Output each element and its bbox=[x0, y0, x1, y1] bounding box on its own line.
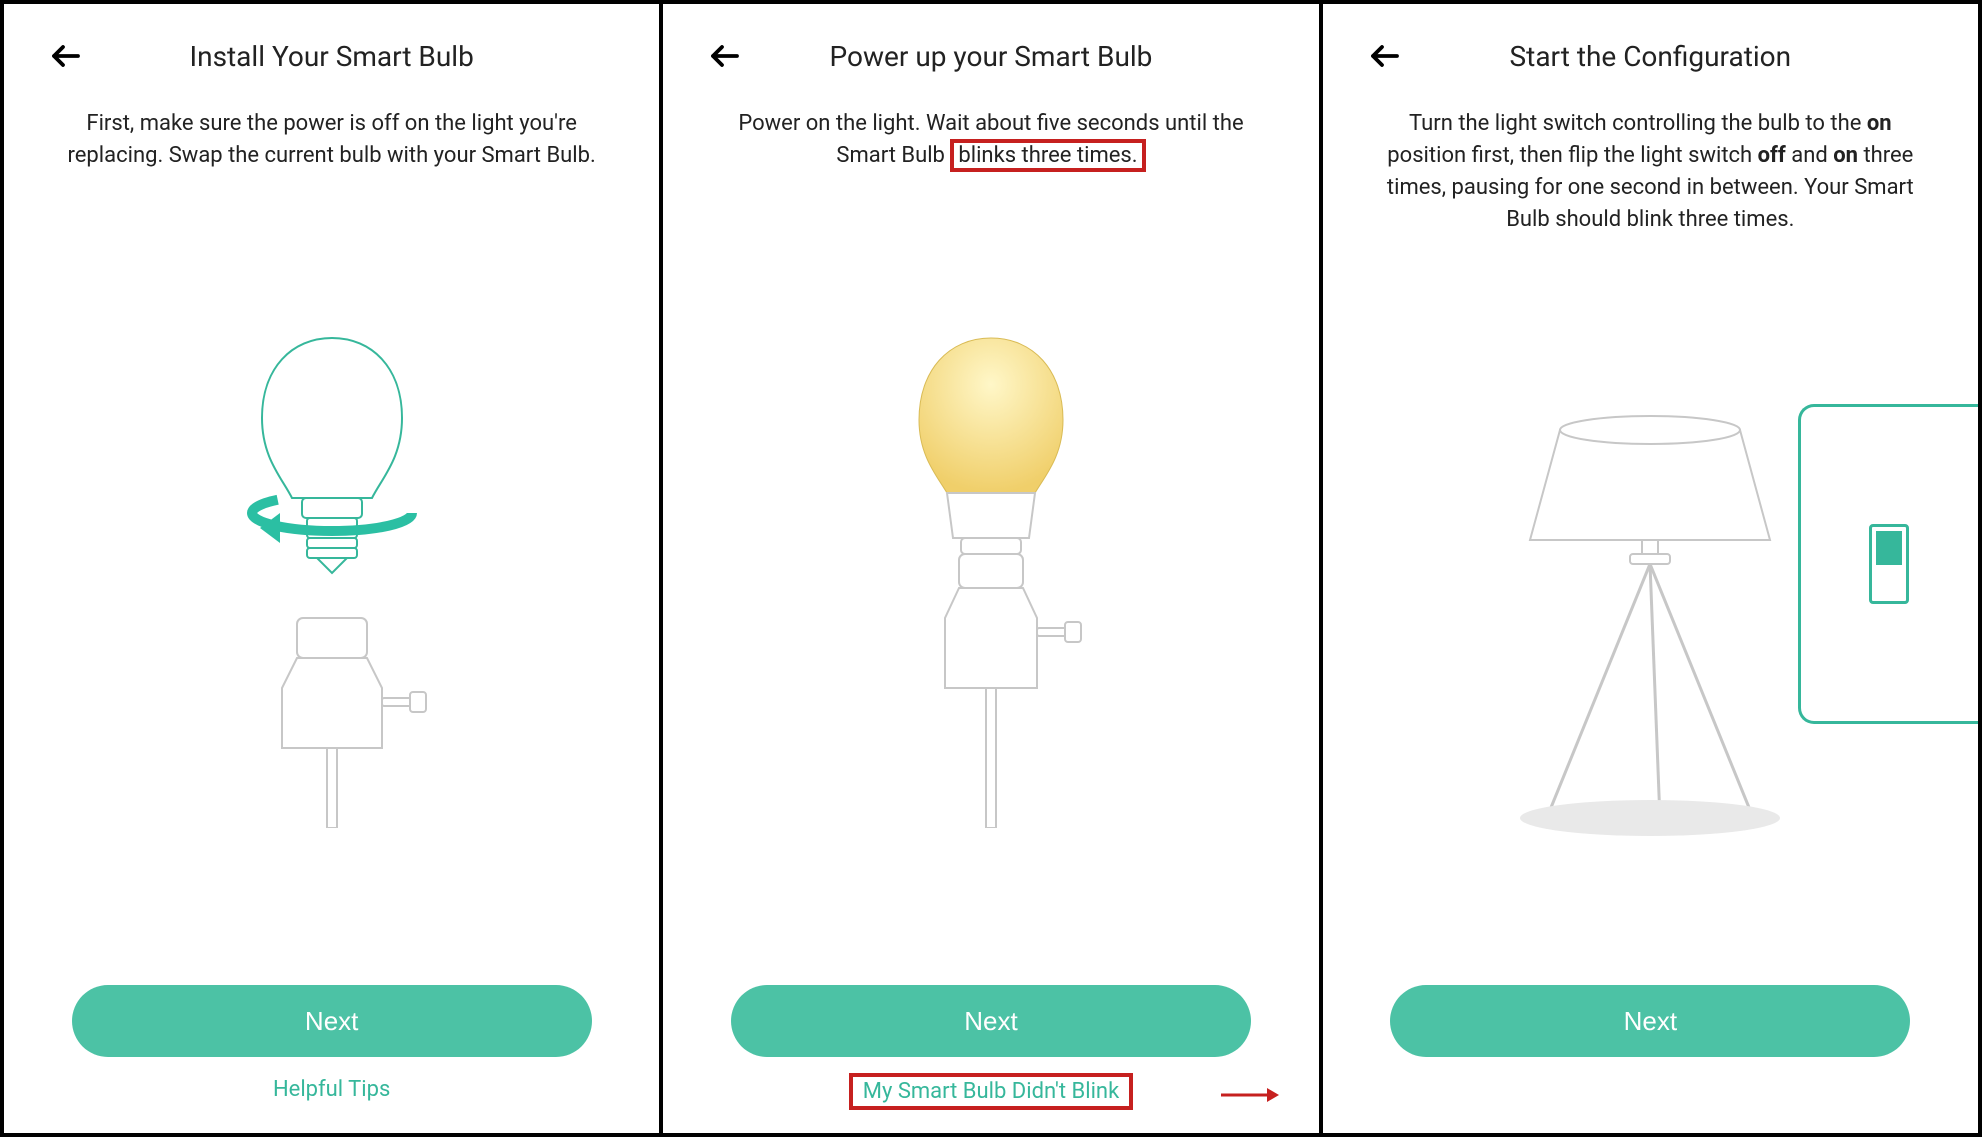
helpful-tips-link[interactable]: Helpful Tips bbox=[265, 1073, 398, 1106]
switch-icon bbox=[1869, 524, 1909, 604]
instruction-text: First, make sure the power is off on the… bbox=[44, 108, 619, 172]
light-switch-tile[interactable] bbox=[1798, 404, 1978, 724]
back-arrow-icon[interactable] bbox=[1363, 34, 1407, 78]
bulb-lit-illustration bbox=[703, 192, 1278, 965]
instruction-bold: off bbox=[1758, 143, 1786, 168]
header: Start the Configuration bbox=[1363, 34, 1938, 78]
next-button[interactable]: Next bbox=[731, 985, 1251, 1057]
back-arrow-icon[interactable] bbox=[44, 34, 88, 78]
screen-start-configuration: Start the Configuration Turn the light s… bbox=[1323, 4, 1978, 1133]
back-arrow-icon[interactable] bbox=[703, 34, 747, 78]
instruction-part: Turn the light switch controlling the bu… bbox=[1409, 111, 1867, 136]
header: Power up your Smart Bulb bbox=[703, 34, 1278, 78]
instruction-bold: on bbox=[1867, 111, 1892, 136]
page-title: Start the Configuration bbox=[1407, 40, 1894, 73]
page-title: Power up your Smart Bulb bbox=[747, 40, 1234, 73]
instruction-part: position first, then flip the light swit… bbox=[1387, 143, 1757, 168]
instruction-part: and bbox=[1786, 143, 1833, 168]
instruction-text: Power on the light. Wait about five seco… bbox=[703, 108, 1278, 172]
next-button[interactable]: Next bbox=[1390, 985, 1910, 1057]
page-title: Install Your Smart Bulb bbox=[88, 40, 575, 73]
next-button[interactable]: Next bbox=[72, 985, 592, 1057]
screen-install-bulb: Install Your Smart Bulb First, make sure… bbox=[4, 4, 663, 1133]
switch-toggle-on bbox=[1876, 531, 1902, 565]
bulb-install-illustration bbox=[44, 192, 619, 965]
highlight-annotation: blinks three times. bbox=[950, 139, 1145, 172]
arrow-annotation-icon bbox=[1219, 1083, 1279, 1111]
screen-power-up-bulb: Power up your Smart Bulb Power on the li… bbox=[663, 4, 1322, 1133]
didnt-blink-link[interactable]: My Smart Bulb Didn't Blink bbox=[863, 1079, 1119, 1104]
instruction-bold: on bbox=[1833, 143, 1858, 168]
highlight-annotation-link: My Smart Bulb Didn't Blink bbox=[849, 1073, 1133, 1110]
header: Install Your Smart Bulb bbox=[44, 34, 619, 78]
instruction-text: Turn the light switch controlling the bu… bbox=[1363, 108, 1938, 236]
